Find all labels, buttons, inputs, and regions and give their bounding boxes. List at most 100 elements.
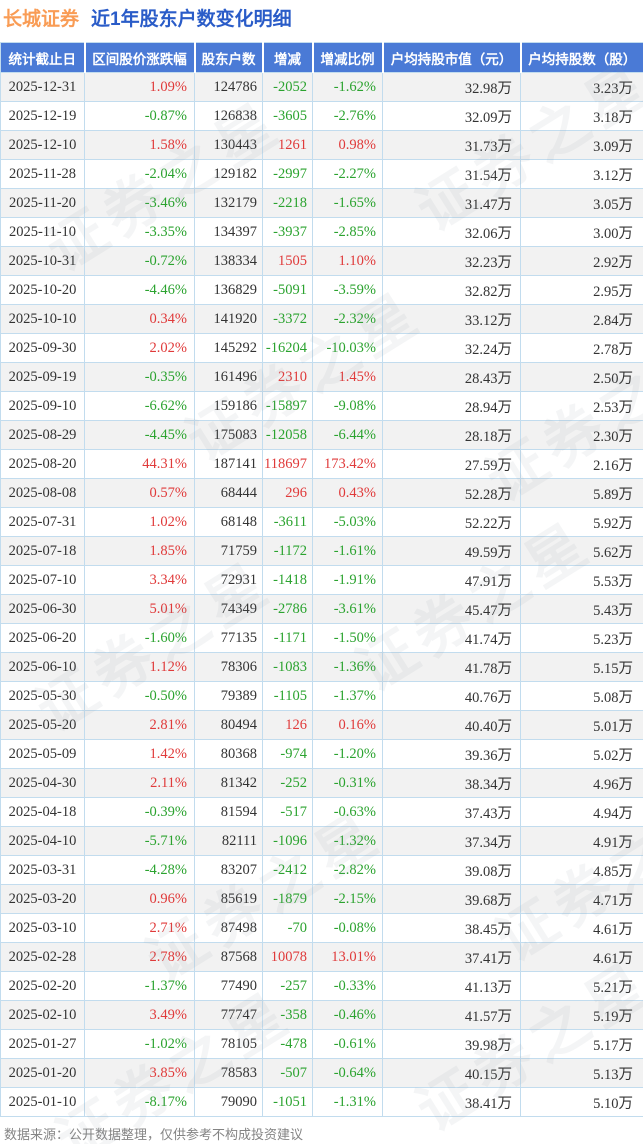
delta-pct-cell: -0.31% — [312, 768, 383, 798]
avg-shares-cell: 4.71万 — [520, 884, 643, 914]
delta-pct-cell: -1.37% — [312, 681, 383, 711]
holders-count-cell: 80494 — [194, 710, 263, 740]
price-change-cell: 2.78% — [84, 942, 195, 972]
date-cell: 2025-12-31 — [0, 72, 85, 102]
delta-cell: -3611 — [262, 507, 313, 537]
avg-shares-cell: 3.05万 — [520, 188, 643, 218]
price-change-cell: 5.01% — [84, 594, 195, 624]
price-change-cell: -4.28% — [84, 855, 195, 885]
holders-count-cell: 134397 — [194, 217, 263, 247]
delta-cell: 1261 — [262, 130, 313, 160]
avg-shares-cell: 4.96万 — [520, 768, 643, 798]
avg-shares-cell: 4.61万 — [520, 942, 643, 972]
avg-shares-cell: 4.85万 — [520, 855, 643, 885]
price-change-cell: -0.50% — [84, 681, 195, 711]
avg-shares-cell: 4.94万 — [520, 797, 643, 827]
holders-count-cell: 77490 — [194, 971, 263, 1001]
table-row: 2025-11-20 -3.46% 132179 -2218 -1.65% 31.47万 3… — [0, 188, 643, 218]
holders-count-cell: 175083 — [194, 420, 263, 450]
delta-pct-cell: -0.63% — [312, 797, 383, 827]
avg-shares-cell: 5.53万 — [520, 565, 643, 595]
date-cell: 2025-03-10 — [0, 913, 85, 943]
delta-cell: -507 — [262, 1058, 313, 1088]
date-cell: 2025-04-30 — [0, 768, 85, 798]
table-row: 2025-10-10 0.34% 141920 -3372 -2.32% 33.12万 2.… — [0, 304, 643, 334]
price-change-cell: -1.37% — [84, 971, 195, 1001]
price-change-cell: -6.62% — [84, 391, 195, 421]
table-row: 2025-02-28 2.78% 87568 10078 13.01% 37.41万 4.6… — [0, 942, 643, 972]
price-change-cell: 1.12% — [84, 652, 195, 682]
date-cell: 2025-02-10 — [0, 1000, 85, 1030]
price-change-cell: -5.71% — [84, 826, 195, 856]
date-cell: 2025-05-30 — [0, 681, 85, 711]
holders-count-cell: 68148 — [194, 507, 263, 537]
price-change-cell: 3.34% — [84, 565, 195, 595]
price-change-cell: 0.96% — [84, 884, 195, 914]
table-row: 2025-10-31 -0.72% 138334 1505 1.10% 32.23万 2.9… — [0, 246, 643, 276]
avg-market-value-cell: 31.73万 — [382, 130, 521, 160]
avg-shares-cell: 5.21万 — [520, 971, 643, 1001]
table-row: 2025-04-10 -5.71% 82111 -1096 -1.32% 37.34万 4.… — [0, 826, 643, 856]
holders-count-cell: 130443 — [194, 130, 263, 160]
delta-cell: -2412 — [262, 855, 313, 885]
table-row: 2025-09-10 -6.62% 159186 -15897 -9.08% 28.94万… — [0, 391, 643, 421]
delta-cell: -1051 — [262, 1087, 313, 1117]
price-change-cell: 1.42% — [84, 739, 195, 769]
table-row: 2025-12-10 1.58% 130443 1261 0.98% 31.73万 3.09… — [0, 130, 643, 160]
date-cell: 2025-09-30 — [0, 333, 85, 363]
holders-count-cell: 145292 — [194, 333, 263, 363]
delta-cell: -252 — [262, 768, 313, 798]
delta-cell: 126 — [262, 710, 313, 740]
delta-cell: -1418 — [262, 565, 313, 595]
delta-pct-cell: 173.42% — [312, 449, 383, 479]
column-header: 股东户数 — [194, 42, 264, 73]
delta-cell: -517 — [262, 797, 313, 827]
delta-cell: -12058 — [262, 420, 313, 450]
date-cell: 2025-05-20 — [0, 710, 85, 740]
delta-pct-cell: -10.03% — [312, 333, 383, 363]
delta-cell: -257 — [262, 971, 313, 1001]
holders-count-cell: 81342 — [194, 768, 263, 798]
price-change-cell: -0.35% — [84, 362, 195, 392]
price-change-cell: 2.11% — [84, 768, 195, 798]
delta-pct-cell: 1.10% — [312, 246, 383, 276]
table-row: 2025-12-31 1.09% 124786 -2052 -1.62% 32.98万 3.… — [0, 72, 643, 102]
holders-count-cell: 71759 — [194, 536, 263, 566]
delta-pct-cell: -1.36% — [312, 652, 383, 682]
avg-market-value-cell: 31.47万 — [382, 188, 521, 218]
avg-market-value-cell: 39.98万 — [382, 1029, 521, 1059]
date-cell: 2025-03-31 — [0, 855, 85, 885]
delta-pct-cell: -1.61% — [312, 536, 383, 566]
holders-count-cell: 136829 — [194, 275, 263, 305]
table-row: 2025-06-30 5.01% 74349 -2786 -3.61% 45.47万 5.4… — [0, 594, 643, 624]
avg-market-value-cell: 40.76万 — [382, 681, 521, 711]
avg-shares-cell: 4.61万 — [520, 913, 643, 943]
date-cell: 2025-06-30 — [0, 594, 85, 624]
date-cell: 2025-09-10 — [0, 391, 85, 421]
avg-market-value-cell: 52.22万 — [382, 507, 521, 537]
delta-cell: 118697 — [262, 449, 313, 479]
price-change-cell: -4.45% — [84, 420, 195, 450]
date-cell: 2025-01-20 — [0, 1058, 85, 1088]
date-cell: 2025-11-20 — [0, 188, 85, 218]
holders-count-cell: 124786 — [194, 72, 263, 102]
delta-cell: 2310 — [262, 362, 313, 392]
holders-count-cell: 77135 — [194, 623, 263, 653]
price-change-cell: 2.71% — [84, 913, 195, 943]
avg-market-value-cell: 38.45万 — [382, 913, 521, 943]
avg-shares-cell: 5.17万 — [520, 1029, 643, 1059]
table-row: 2025-03-10 2.71% 87498 -70 -0.08% 38.45万 4.61万 — [0, 913, 643, 943]
avg-market-value-cell: 40.40万 — [382, 710, 521, 740]
delta-cell: -1172 — [262, 536, 313, 566]
delta-pct-cell: -1.62% — [312, 72, 383, 102]
delta-pct-cell: -0.33% — [312, 971, 383, 1001]
delta-pct-cell: -1.31% — [312, 1087, 383, 1117]
title-subtitle: 近1年股东户数变化明细 — [91, 9, 292, 30]
avg-market-value-cell: 52.28万 — [382, 478, 521, 508]
date-cell: 2025-08-08 — [0, 478, 85, 508]
holders-count-cell: 87498 — [194, 913, 263, 943]
avg-market-value-cell: 32.09万 — [382, 101, 521, 131]
date-cell: 2025-08-20 — [0, 449, 85, 479]
date-cell: 2025-01-27 — [0, 1029, 85, 1059]
table-row: 2025-11-10 -3.35% 134397 -3937 -2.85% 32.06万 3… — [0, 217, 643, 247]
